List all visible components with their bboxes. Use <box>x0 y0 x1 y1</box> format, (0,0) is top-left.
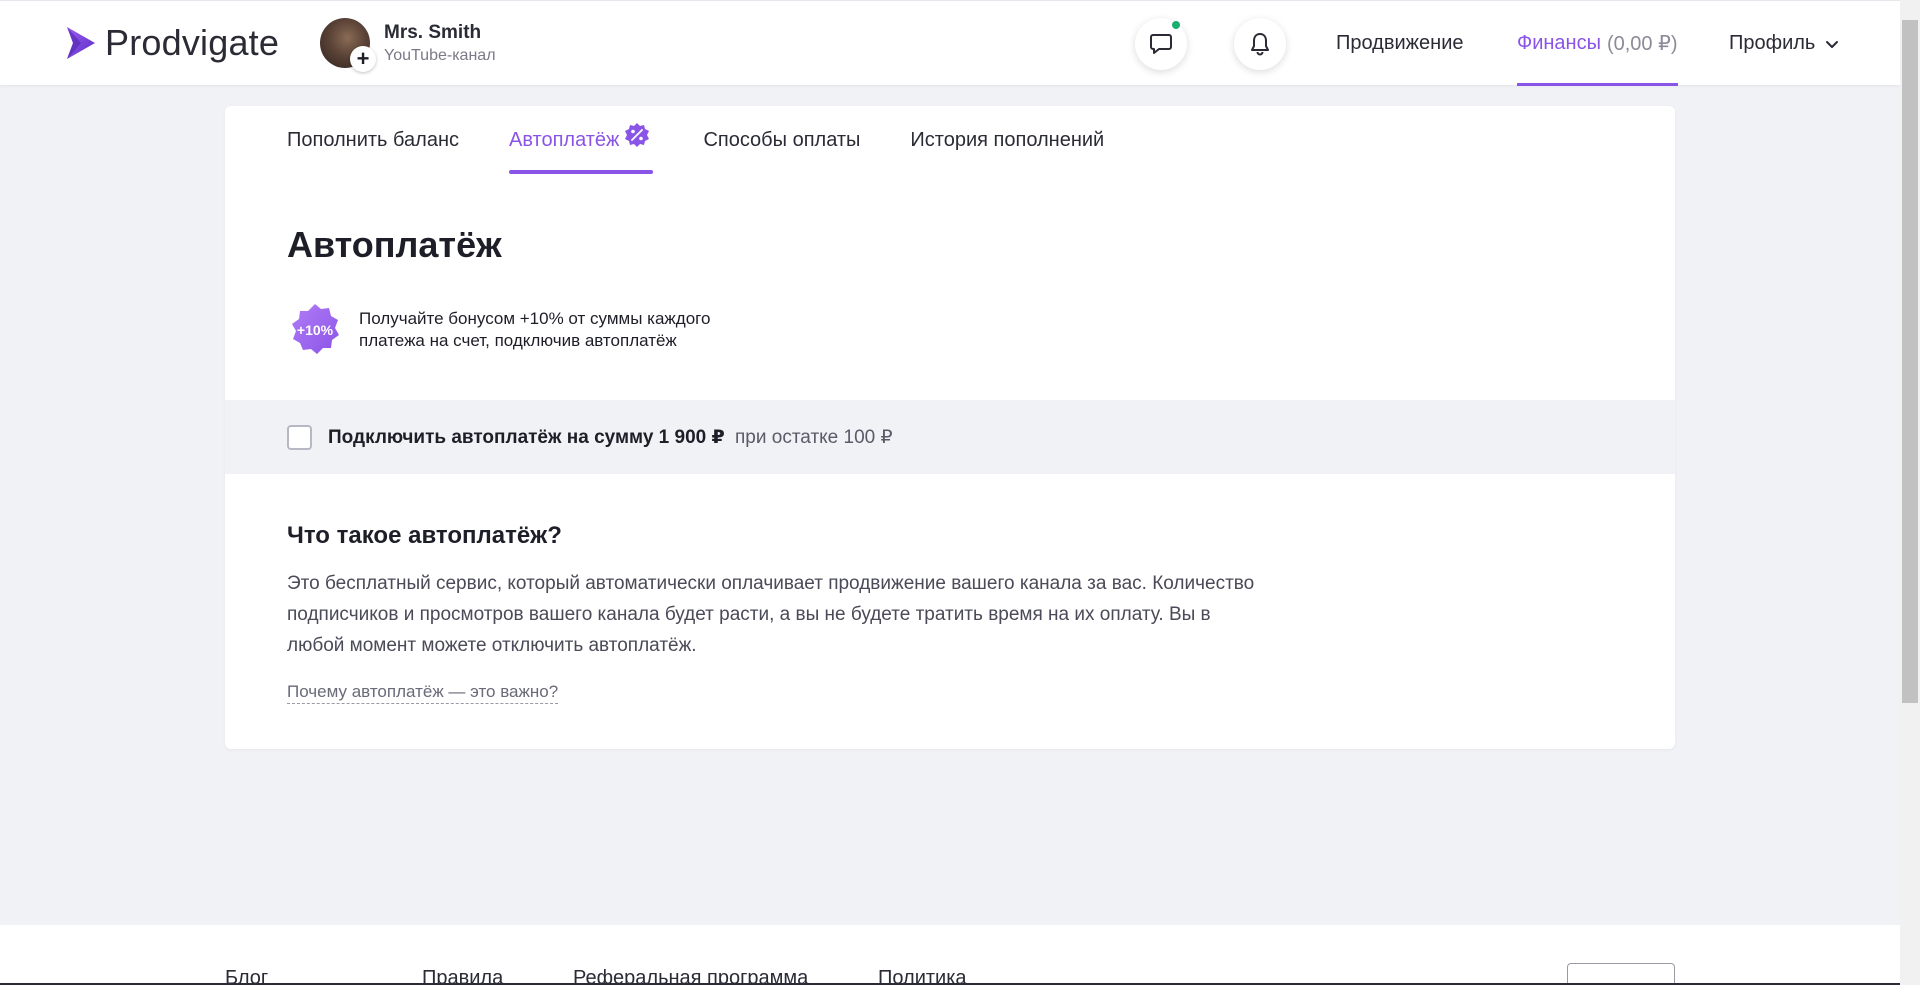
page-scrollbar[interactable] <box>1900 0 1920 985</box>
add-channel-icon[interactable]: + <box>350 46 376 72</box>
autopay-checkbox[interactable] <box>287 424 312 450</box>
autopay-label[interactable]: Подключить автоплатёж на сумму 1 900 ₽ п… <box>328 426 893 449</box>
balance-amount: (0,00 ₽) <box>1606 33 1678 55</box>
discount-badge-icon <box>625 123 650 147</box>
account-name: Mrs. Smith <box>384 21 482 43</box>
page-title: Автоплатёж <box>287 224 502 265</box>
bonus-info: +10% Получайте бонусом +10% от суммы каж… <box>287 302 749 358</box>
bonus-text: Получайте бонусом +10% от суммы каждого … <box>359 309 711 350</box>
tab-label: Пополнить баланс <box>287 128 459 151</box>
chat-button[interactable] <box>1135 18 1187 70</box>
unread-indicator <box>1172 21 1180 29</box>
top-header: Prodvigate + Mrs. Smith YouTube-канал Пр… <box>0 0 1900 86</box>
faq-description: Это бесплатный сервис, который автоматич… <box>287 573 1255 656</box>
chat-icon <box>1150 34 1172 54</box>
nav-promotion[interactable]: Продвижение <box>1336 1 1464 86</box>
nav-finance[interactable]: Финансы (0,00 ₽) <box>1517 1 1678 86</box>
tab-autopay[interactable]: Автоплатёж <box>509 106 654 174</box>
scrollbar-thumb[interactable] <box>1902 20 1918 703</box>
notifications-button[interactable] <box>1234 18 1286 70</box>
faq-title: Что такое автоплатёж? <box>287 522 562 549</box>
tab-label: История пополнений <box>910 128 1105 151</box>
autopay-label-threshold: при остатке 100 ₽ <box>735 426 893 448</box>
finance-tabs: Пополнить баланс Автоплатёж Способы опла… <box>287 106 1154 174</box>
logo[interactable]: Prodvigate <box>63 21 279 65</box>
bonus-badge-icon: +10% <box>292 304 339 354</box>
tab-label: Способы оплаты <box>703 128 861 151</box>
logo-text: Prodvigate <box>105 22 280 63</box>
autopay-option-row[interactable]: Подключить автоплатёж на сумму 1 900 ₽ п… <box>225 400 1675 474</box>
account-info: Mrs. Smith YouTube-канал <box>384 22 496 65</box>
nav-profile[interactable]: Профиль <box>1729 1 1839 86</box>
autopay-card: Пополнить баланс Автоплатёж Способы опла… <box>225 106 1675 749</box>
nav-profile-label: Профиль <box>1729 32 1816 54</box>
bell-icon <box>1251 33 1269 56</box>
why-autopay-link[interactable]: Почему автоплатёж — это важно? <box>287 682 559 704</box>
tab-top-up[interactable]: Пополнить баланс <box>287 106 459 174</box>
tab-label: Автоплатёж <box>509 128 620 151</box>
chevron-down-icon <box>1826 40 1839 48</box>
account-type: YouTube-канал <box>384 46 496 64</box>
avatar[interactable]: + <box>320 18 376 72</box>
tab-top-up-history[interactable]: История пополнений <box>910 106 1104 174</box>
footer: Блог Правила Реферальная программа Полит… <box>0 925 1900 985</box>
autopay-label-amount: Подключить автоплатёж на сумму 1 900 ₽ <box>328 426 725 448</box>
bonus-badge-text: +10% <box>297 322 334 338</box>
nav-finance-label: Финансы <box>1517 32 1601 54</box>
footer-button[interactable] <box>1567 963 1675 985</box>
tab-payment-methods[interactable]: Способы оплаты <box>703 106 860 174</box>
account-switcher[interactable]: + Mrs. Smith YouTube-канал <box>320 18 496 72</box>
logo-play-icon <box>67 27 95 59</box>
